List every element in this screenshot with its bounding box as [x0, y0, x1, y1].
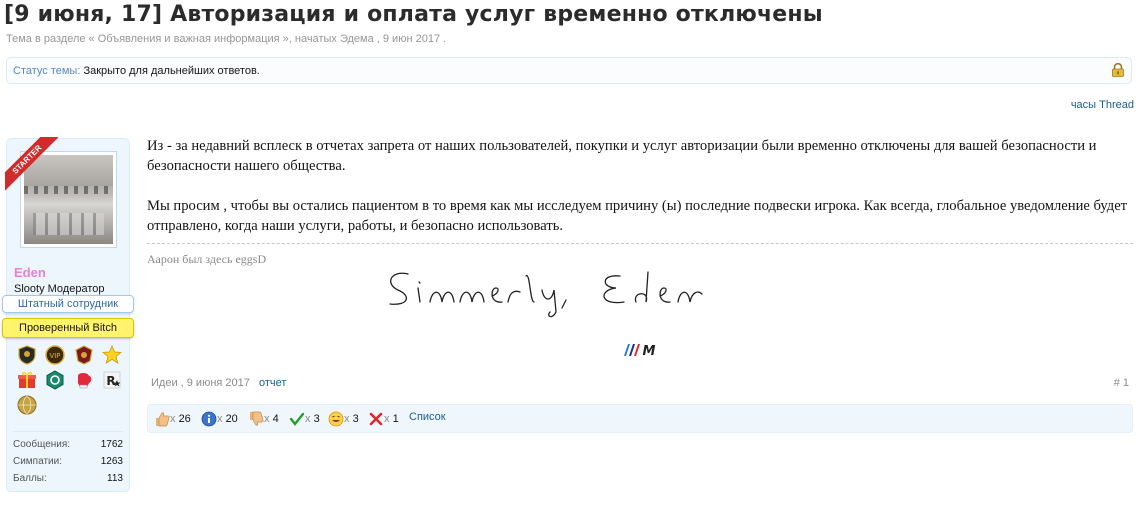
boxing-glove-icon[interactable] — [74, 370, 94, 390]
svg-text:VIP: VIP — [50, 352, 61, 360]
rating-agree[interactable]: x 3 — [289, 411, 320, 427]
rating-prefix: x — [305, 413, 314, 425]
rating-count: 20 — [225, 413, 238, 425]
stat-points: Баллы: 113 — [13, 473, 123, 490]
post-body: Из - за недавний всплеск в отчетах запре… — [147, 136, 1133, 256]
stat-messages: Сообщения: 1762 — [13, 439, 123, 456]
username[interactable]: Eden — [14, 265, 46, 280]
post-footer: Идеи , 9 июня 2017 отчет — [151, 377, 286, 389]
ratings-bar: x 26 x 20 x 4 x 3 x 3 x 1 Список — [147, 404, 1133, 433]
forum-link[interactable]: Объявления и важная информация — [98, 33, 280, 45]
rating-count: 1 — [392, 413, 399, 425]
post-author[interactable]: Идеи — [151, 377, 178, 389]
info-icon — [201, 411, 217, 427]
rating-disagree[interactable]: x 1 — [368, 411, 399, 427]
stat-likes: Симпатии: 1263 — [13, 456, 123, 473]
stat-label: Симпатии: — [13, 456, 62, 467]
status-label: Статус темы: — [13, 65, 81, 77]
rating-dislike[interactable]: x 4 — [248, 411, 279, 427]
rockstar-icon[interactable]: R — [102, 370, 122, 390]
signature-divider — [147, 243, 1133, 244]
star-trophy-icon[interactable] — [102, 345, 123, 365]
rating-count: 3 — [313, 413, 320, 425]
user-sidebar: STARTER Eden Slooty Модератор Штатный со… — [2, 137, 134, 492]
dislike-icon — [250, 411, 264, 426]
meta-middle: », начатых — [279, 33, 340, 45]
thread-title: [9 июня, 17] Авторизация и оплата услуг … — [4, 2, 823, 27]
stat-value: 1263 — [100, 456, 123, 467]
stat-label: Сообщения: — [13, 439, 71, 450]
gift-icon[interactable] — [17, 370, 37, 390]
user-stats: Сообщения: 1762 Симпатии: 1263 Баллы: 113 — [13, 439, 123, 490]
rating-prefix: x — [264, 413, 273, 425]
post-paragraph: Мы просим , чтобы вы остались пациентом … — [147, 198, 1128, 234]
handwritten-signature-image — [389, 271, 703, 318]
lock-icon — [1112, 63, 1124, 77]
wiki-globe-icon[interactable] — [17, 395, 37, 415]
starter-ribbon-label: STARTER — [5, 137, 60, 193]
rating-prefix: x — [217, 413, 226, 425]
stats-divider — [13, 431, 123, 432]
svg-text:M: M — [643, 344, 656, 358]
agree-icon — [289, 412, 305, 427]
meta-date: , 9 июн 2017 . — [373, 33, 447, 45]
staff-banner: Штатный сотрудник — [2, 295, 134, 313]
rating-funny[interactable]: x 3 — [328, 411, 359, 427]
thread-status-bar: Статус темы: Закрыто для дальнейших отве… — [6, 57, 1132, 84]
rating-count: 4 — [272, 413, 279, 425]
m-logo-image: M — [624, 344, 656, 358]
rating-count: 26 — [178, 413, 191, 425]
rating-prefix: x — [170, 413, 179, 425]
ratings-list-link[interactable]: Список — [409, 411, 446, 423]
meta-prefix: Тема в разделе « — [6, 33, 98, 45]
rating-prefix: x — [384, 413, 393, 425]
rating-count: 3 — [352, 413, 359, 425]
author-link[interactable]: Эдема — [340, 33, 374, 45]
stat-label: Баллы: — [13, 473, 47, 484]
stat-value: 113 — [107, 473, 123, 484]
rating-prefix: x — [344, 413, 353, 425]
trophy-list: VIP R — [15, 342, 125, 417]
report-link[interactable]: отчет — [259, 377, 286, 389]
thread-meta: Тема в разделе « Объявления и важная инф… — [6, 33, 446, 45]
status-value: Закрыто для дальнейших ответов. — [83, 65, 260, 77]
verified-banner: Проверенный Bitch — [2, 318, 134, 338]
watch-thread-link[interactable]: часы Thread — [1071, 99, 1134, 111]
rating-info[interactable]: x 20 — [201, 411, 238, 427]
user-title: Slooty Модератор — [14, 283, 105, 295]
hexagon-badge-icon[interactable] — [45, 370, 65, 390]
disagree-icon — [369, 412, 383, 426]
post-date[interactable]: , 9 июня 2017 — [178, 377, 250, 389]
crest-badge-icon[interactable] — [74, 345, 94, 365]
like-icon — [156, 412, 170, 427]
starter-ribbon: STARTER — [5, 137, 65, 197]
rating-like[interactable]: x 26 — [154, 411, 191, 427]
svg-text:R: R — [107, 374, 116, 388]
stat-value: 1762 — [100, 439, 123, 450]
post-paragraph: Из - за недавний всплеск в отчетах запре… — [147, 138, 1097, 174]
funny-icon — [328, 411, 344, 427]
shield-trophy-icon[interactable] — [17, 345, 37, 365]
post-number[interactable]: # 1 — [1114, 377, 1129, 389]
vip-badge-icon[interactable]: VIP — [45, 345, 66, 365]
signature-text: Аарон был здесь eggsD — [147, 252, 267, 266]
